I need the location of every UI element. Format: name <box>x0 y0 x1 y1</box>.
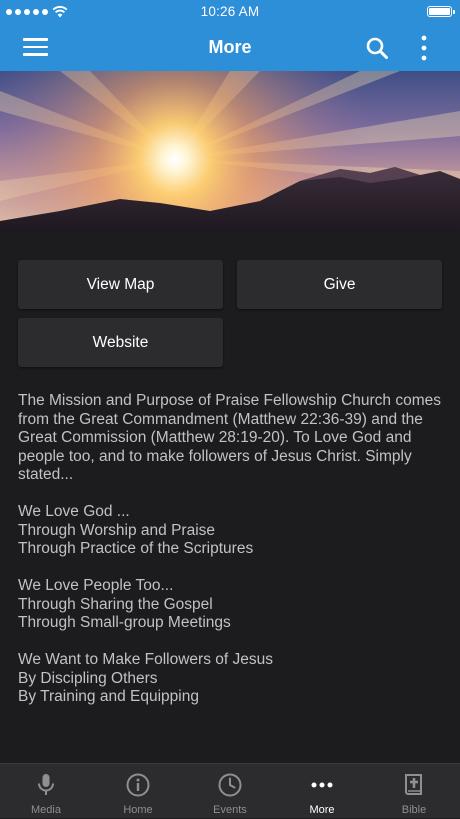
mission-line: We Want to Make Followers of Jesus <box>18 651 273 669</box>
tab-label: More <box>309 804 335 816</box>
mission-group-1: We Love God ... Through Worship and Prai… <box>18 503 448 559</box>
clock-icon <box>218 773 242 797</box>
mission-group-3: We Want to Make Followers of Jesus By Di… <box>18 651 448 707</box>
mission-line: We Love God ... <box>18 503 130 521</box>
microphone-icon <box>38 774 54 795</box>
mission-line: Through Sharing the Gospel <box>18 595 213 613</box>
search-icon[interactable] <box>365 36 389 60</box>
tab-more[interactable]: More <box>276 764 368 819</box>
mission-group-2: We Love People Too... Through Sharing th… <box>18 577 448 633</box>
tab-bible[interactable]: Bible <box>368 764 460 819</box>
website-button[interactable]: Website <box>18 318 223 367</box>
mission-statement: The Mission and Purpose of Praise Fellow… <box>18 392 448 725</box>
tab-label: Events <box>213 804 247 816</box>
nav-bar: More <box>0 24 460 71</box>
hero-banner-image <box>0 71 460 233</box>
mission-line: Through Worship and Praise <box>18 521 216 539</box>
mission-line: By Training and Equipping <box>18 688 199 706</box>
app-header: 10:26 AM More <box>0 0 460 71</box>
view-map-button[interactable]: View Map <box>18 260 223 309</box>
mission-intro-text: The Mission and Purpose of Praise Fellow… <box>18 392 441 484</box>
bible-icon <box>405 774 422 795</box>
mission-line: We Love People Too... <box>18 577 174 595</box>
tab-label: Bible <box>401 804 427 816</box>
tab-bar: Media Home Events More Bible <box>0 763 460 818</box>
info-icon <box>126 773 150 797</box>
mission-line: By Discipling Others <box>18 669 158 687</box>
battery-icon <box>427 6 455 17</box>
mission-line: Through Small-group Meetings <box>18 614 231 632</box>
tab-home[interactable]: Home <box>92 764 184 819</box>
page-title: More <box>208 37 252 57</box>
tab-events[interactable]: Events <box>184 764 276 819</box>
give-button[interactable]: Give <box>237 260 442 309</box>
tab-label: Home <box>123 804 153 816</box>
more-dots-icon <box>311 782 333 788</box>
vertical-more-icon[interactable] <box>416 35 432 61</box>
status-time: 10:26 AM <box>200 4 260 19</box>
mission-line: Through Practice of the Scriptures <box>18 540 254 558</box>
status-bar: 10:26 AM <box>0 0 460 24</box>
tab-label: Media <box>31 804 61 816</box>
tab-media[interactable]: Media <box>0 764 92 819</box>
